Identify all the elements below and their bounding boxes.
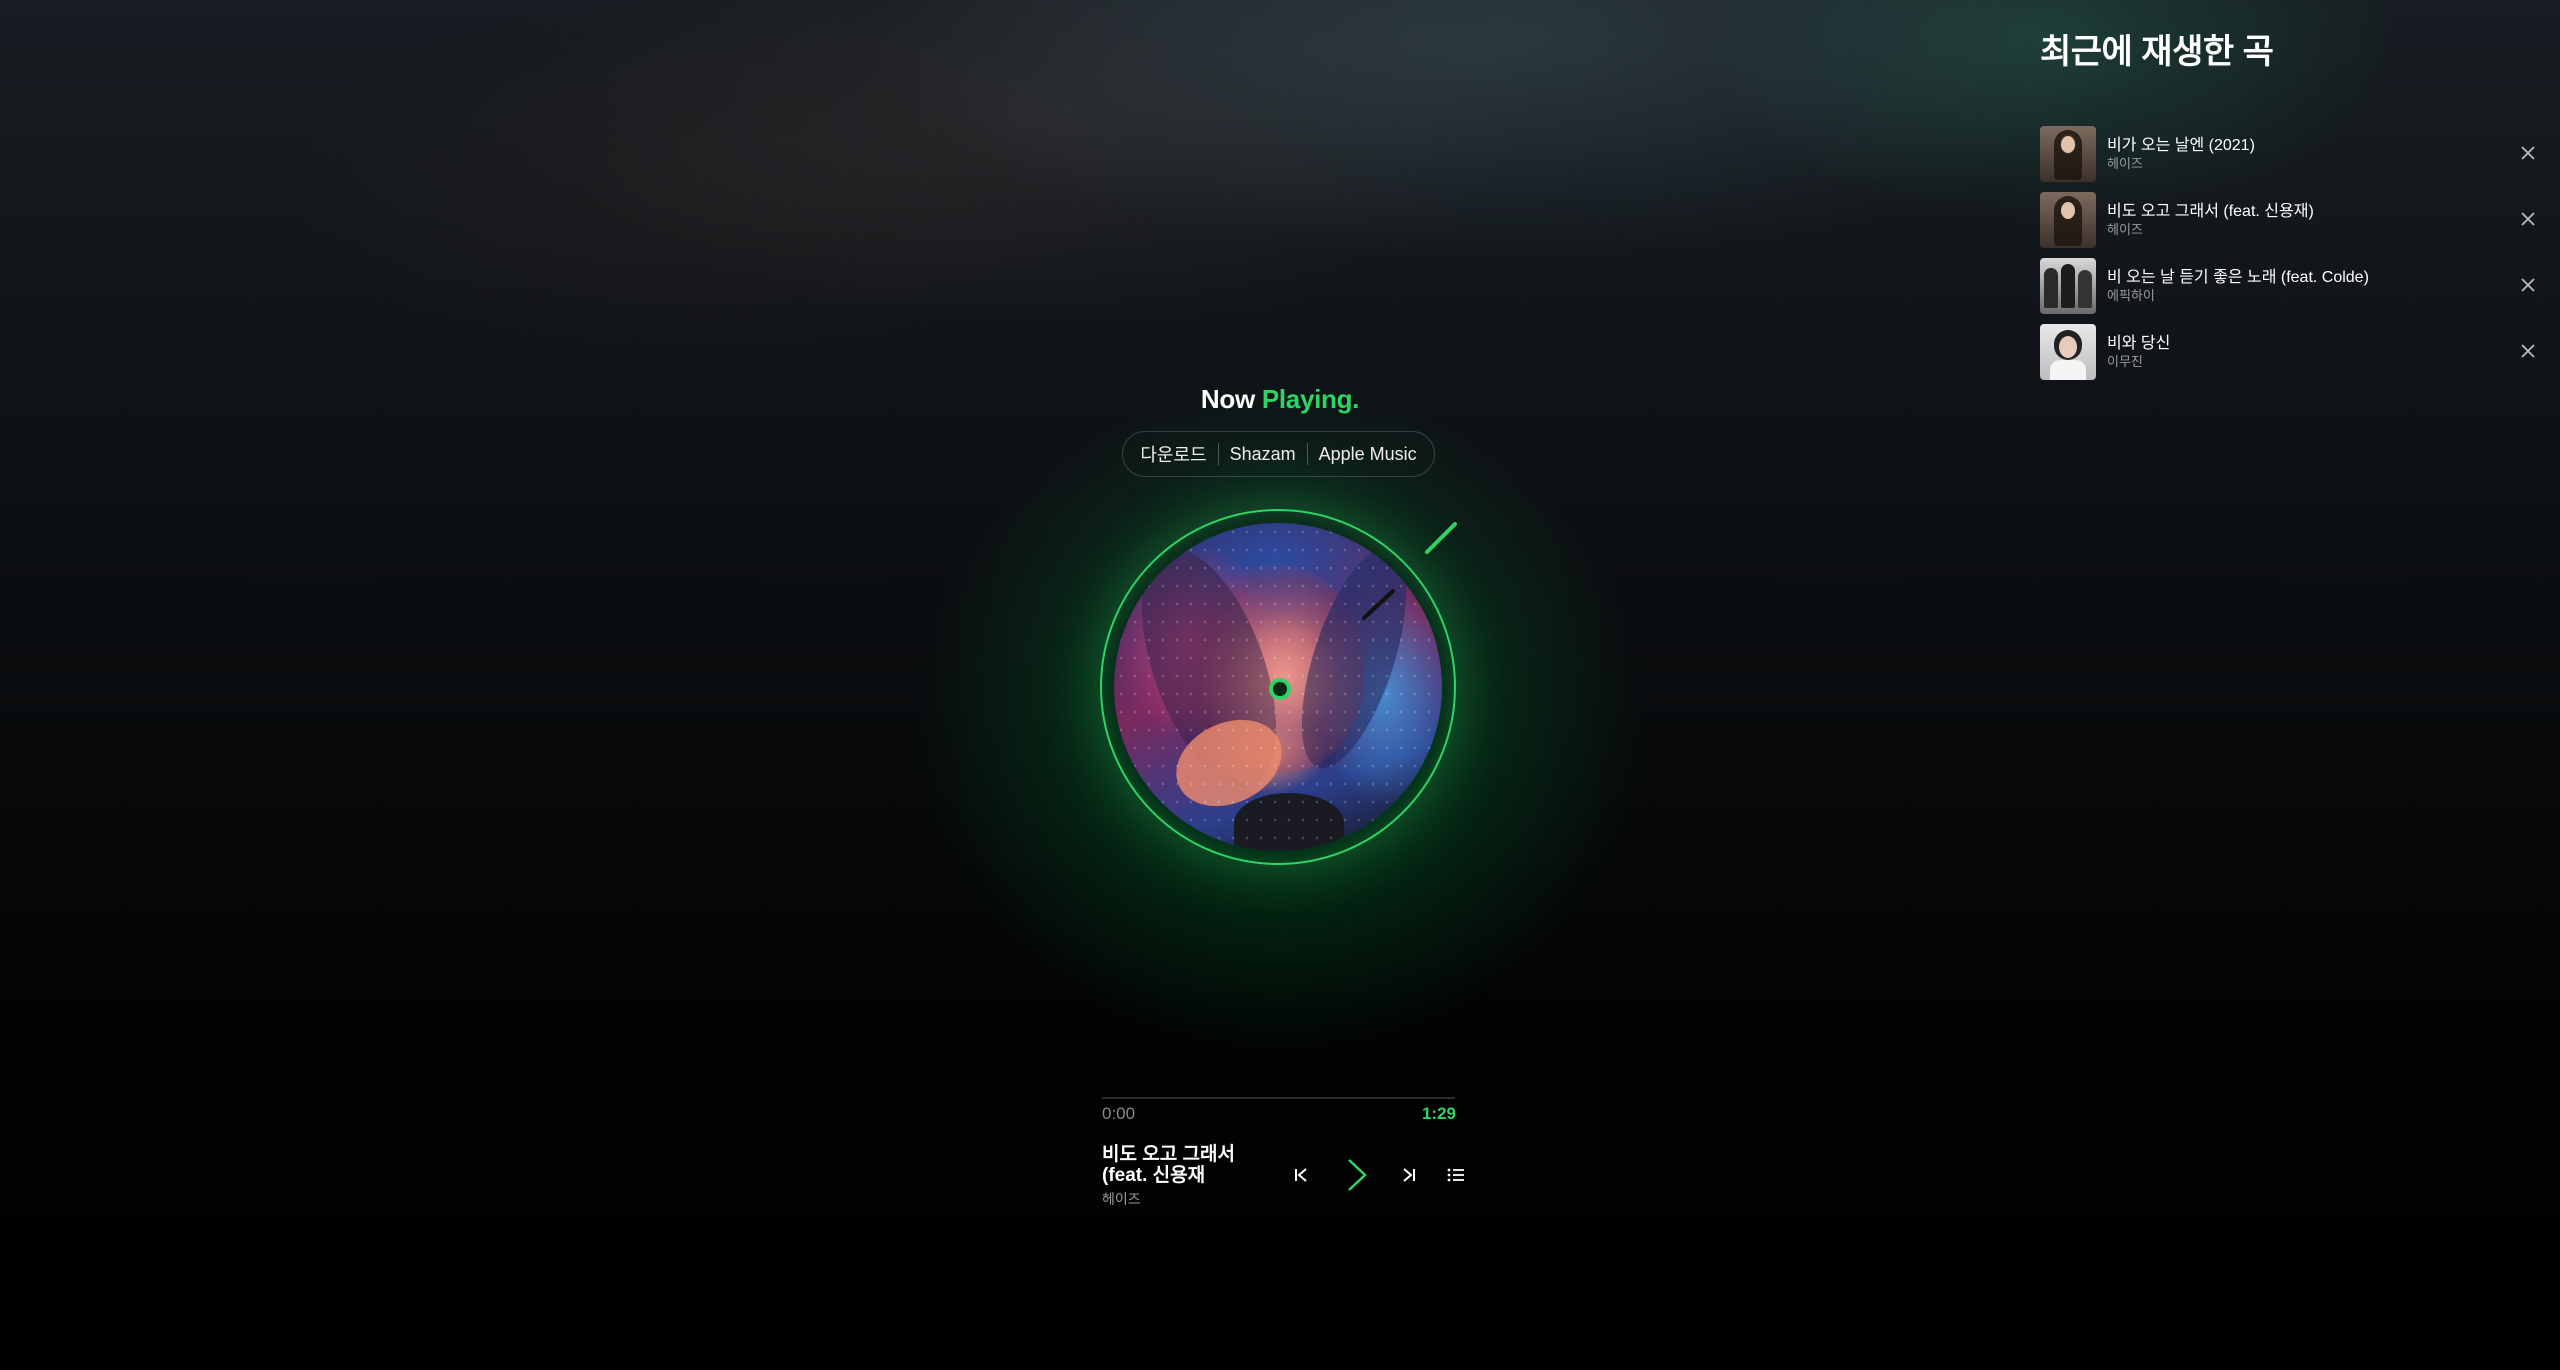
skip-next-icon <box>1403 1168 1415 1182</box>
now-playing-word: Now <box>1200 384 1255 414</box>
song-artist: 헤이즈 <box>1102 1191 1141 1207</box>
previous-button[interactable] <box>1290 1164 1312 1186</box>
recent-title: 최근에 재생한 곡 <box>2040 33 2274 71</box>
recent-item-title: 비가 오는 날엔 (2021) <box>2107 136 2255 154</box>
recent-item-artist: 에픽하이 <box>2107 287 2155 303</box>
recent-item-artist: 이무진 <box>2107 353 2143 369</box>
current-time: 0:00 <box>1102 1104 1136 1123</box>
recent-item[interactable]: 비와 당신 이무진 <box>2040 319 2540 385</box>
recent-item[interactable]: 비도 오고 그래서 (feat. 신용재) 헤이즈 <box>2040 187 2540 253</box>
playing-word: Playing. <box>1261 384 1360 414</box>
recent-item-title: 비와 당신 <box>2107 334 2171 352</box>
album-thumbnail <box>2040 126 2096 182</box>
song-info: 비도 오고 그래서 (feat. 신용재 헤이즈 <box>1102 1144 1252 1209</box>
tonearm-icon <box>1362 522 1457 620</box>
remove-button[interactable] <box>2516 141 2540 165</box>
close-icon <box>2521 344 2535 358</box>
recent-item[interactable]: 비 오는 날 듣기 좋은 노래 (feat. Colde) 에픽하이 <box>2040 253 2540 319</box>
album-thumbnail <box>2040 324 2096 380</box>
remove-button[interactable] <box>2516 207 2540 231</box>
playlist-icon <box>1447 1168 1464 1182</box>
recent-item-title: 비도 오고 그래서 (feat. 신용재) <box>2107 202 2314 220</box>
link-bar: 다운로드 Shazam Apple Music <box>1122 431 1435 477</box>
total-time: 1:29 <box>1421 1104 1456 1123</box>
close-icon <box>2521 146 2535 160</box>
now-playing-title: Now Playing. <box>1080 384 1480 415</box>
close-icon <box>2521 278 2535 292</box>
song-title: 비도 오고 그래서 (feat. 신용재 <box>1102 1144 1235 1186</box>
record-spindle <box>1269 678 1291 700</box>
recent-item[interactable]: 비가 오는 날엔 (2021) 헤이즈 <box>2040 121 2540 187</box>
apple-music-link[interactable]: Apple Music <box>1308 444 1428 465</box>
album-thumbnail <box>2040 192 2096 248</box>
recent-panel: 최근에 재생한 곡 비가 오는 날엔 (2021) 헤이즈 비도 오고 그래서 <box>2040 24 2540 385</box>
recent-item-title: 비 오는 날 듣기 좋은 노래 (feat. Colde) <box>2107 268 2369 286</box>
next-button[interactable] <box>1398 1164 1420 1186</box>
recent-item-artist: 헤이즈 <box>2107 155 2143 171</box>
remove-button[interactable] <box>2516 273 2540 297</box>
progress-bar[interactable] <box>1102 1097 1455 1099</box>
playback-controls <box>1290 1158 1467 1192</box>
recent-item-artist: 헤이즈 <box>2107 221 2143 237</box>
shazam-link[interactable]: Shazam <box>1219 444 1307 465</box>
recent-list: 비가 오는 날엔 (2021) 헤이즈 비도 오고 그래서 (feat. 신용재… <box>2040 121 2540 385</box>
album-thumbnail <box>2040 258 2096 314</box>
remove-button[interactable] <box>2516 339 2540 363</box>
queue-button[interactable] <box>1445 1164 1467 1186</box>
play-icon <box>1348 1159 1367 1191</box>
skip-previous-icon <box>1295 1168 1307 1182</box>
play-button[interactable] <box>1337 1158 1377 1192</box>
close-icon <box>2521 212 2535 226</box>
download-link[interactable]: 다운로드 <box>1129 441 1217 467</box>
